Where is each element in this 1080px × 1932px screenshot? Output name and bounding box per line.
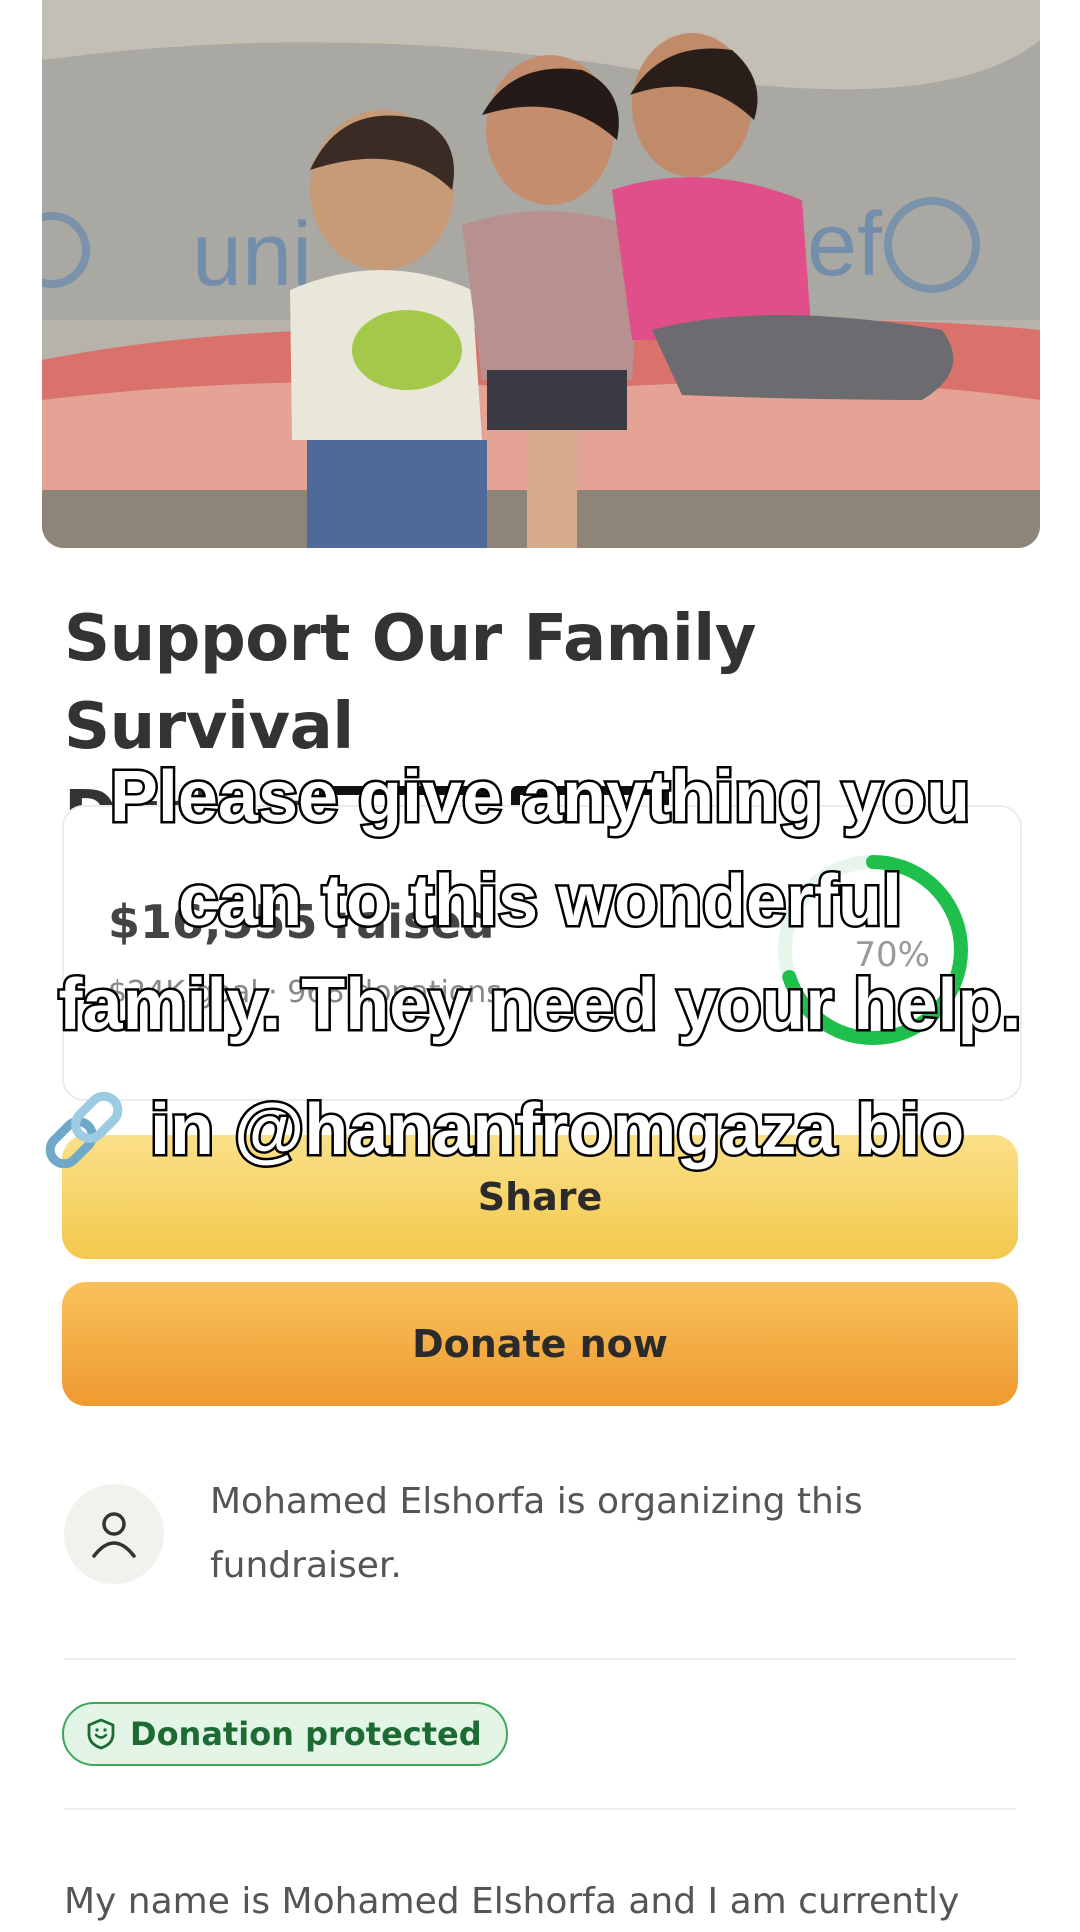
overlay-caption: Please give anything you can to this won…	[0, 745, 1080, 1057]
shield-icon	[87, 1718, 115, 1750]
divider	[64, 1808, 1016, 1810]
organizer-info: Mohamed Elshorfa is organizing this fund…	[210, 1481, 863, 1586]
overlay-caption-link: in @hananfromgaza bio	[36, 1078, 1080, 1182]
caption-line-1: Please give anything you	[107, 755, 972, 840]
hero-illustration: uni icef	[42, 0, 1040, 548]
donation-protected-badge[interactable]: Donation protected	[62, 1702, 508, 1766]
donate-now-button[interactable]: Donate now	[62, 1282, 1018, 1406]
caption-link-text: in @hananfromgaza bio	[147, 1088, 966, 1173]
badge-label: Donation protected	[130, 1715, 482, 1753]
caption-line-2: can to this wonderful	[175, 859, 904, 944]
link-icon	[45, 1091, 123, 1169]
campaign-hero-image: uni icef	[42, 0, 1040, 548]
person-icon	[92, 1512, 136, 1558]
divider	[64, 1658, 1016, 1660]
story-text: My name is Mohamed Elshorfa and I am cur…	[64, 1881, 960, 1922]
organizer-avatar[interactable]	[64, 1484, 164, 1584]
caption-line-3: family. They need your help.	[56, 963, 1024, 1048]
